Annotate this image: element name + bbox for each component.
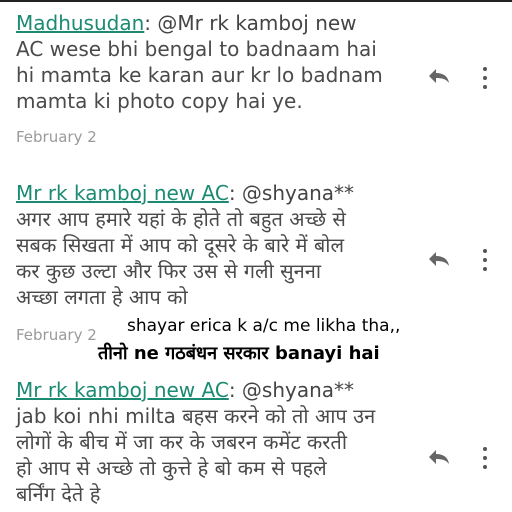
comment-date: February 2	[16, 128, 97, 146]
overlay-caption-line1: shayar erica k a/c me likha tha,,	[127, 316, 401, 336]
comment-2: Mr rk kamboj new AC: @shyana** अगर आप हम…	[16, 180, 416, 310]
comment-mention: : @Mr rk kamboj new	[144, 11, 357, 35]
comment-author-link[interactable]: Mr rk kamboj new AC	[16, 378, 229, 402]
more-vertical-icon[interactable]	[482, 248, 488, 272]
reply-arrow-icon[interactable]	[428, 449, 450, 465]
comment-body: jab koi nhi milta बहस करने को तो आप उन ल…	[16, 404, 376, 506]
comment-author-link[interactable]: Madhusudan	[16, 11, 144, 35]
comment-author-link[interactable]: Mr rk kamboj new AC	[16, 181, 229, 205]
more-vertical-icon[interactable]	[482, 446, 488, 470]
reply-arrow-icon[interactable]	[428, 68, 450, 84]
comment-mention: : @shyana**	[228, 378, 355, 402]
overlay-caption-line2: तीनो ne गठबंधन सरकार banayi hai	[98, 343, 380, 364]
reply-arrow-icon[interactable]	[428, 251, 450, 267]
more-vertical-icon[interactable]	[482, 66, 488, 90]
comment-body: AC wese bhi bengal to badnaam hai hi mam…	[16, 37, 383, 113]
comment-1: Madhusudan: @Mr rk kamboj new AC wese bh…	[16, 10, 416, 114]
comment-date: February 2	[16, 326, 97, 344]
comment-body: अगर आप हमारे यहां के होते तो बहुत अच्छे …	[16, 207, 346, 309]
comment-3: Mr rk kamboj new AC: @shyana** jab koi n…	[16, 377, 416, 507]
top-divider	[0, 0, 512, 2]
comment-mention: : @shyana**	[228, 181, 355, 205]
